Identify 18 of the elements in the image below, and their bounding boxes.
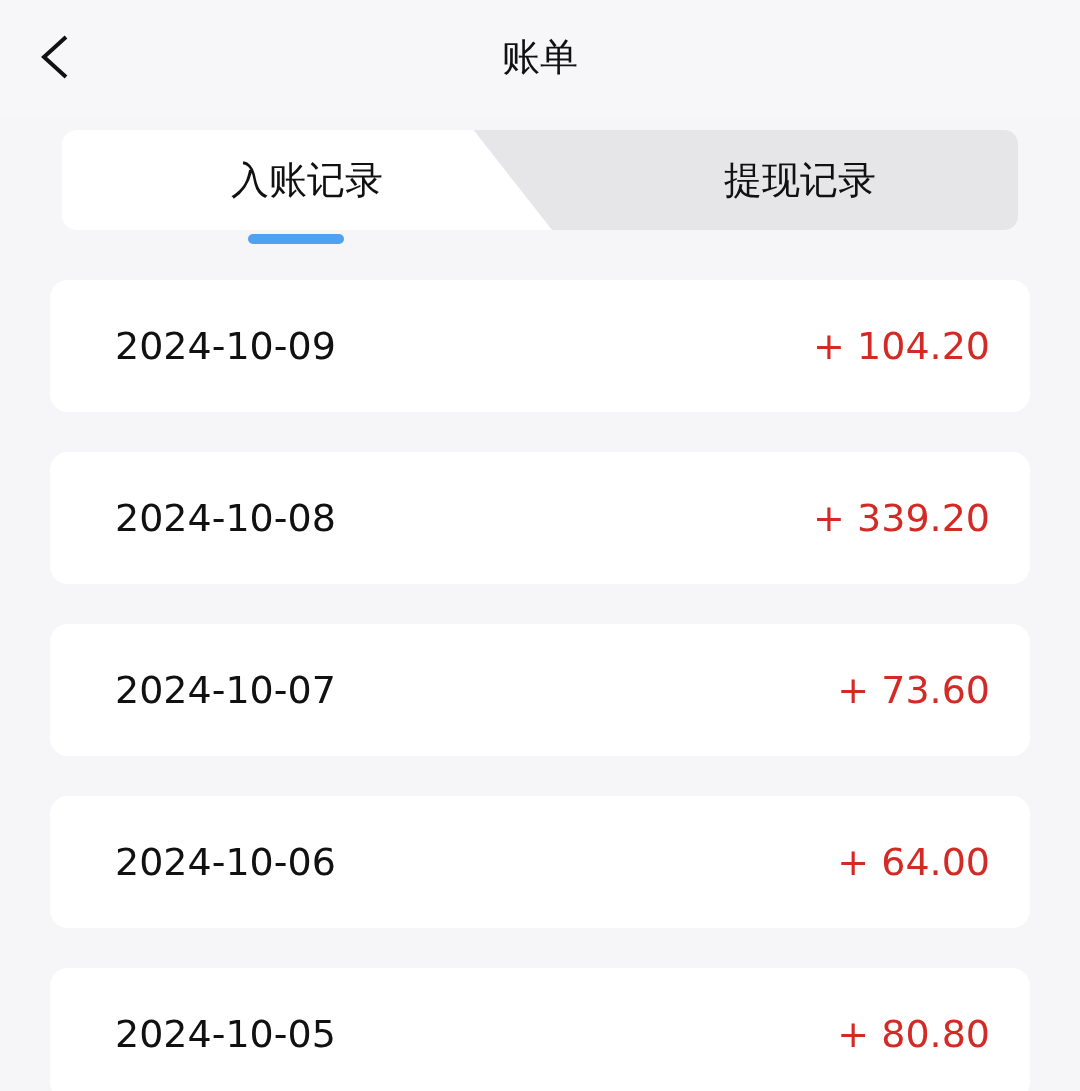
record-date: 2024-10-06 (115, 838, 336, 886)
record-amount: + 339.20 (813, 494, 990, 542)
record-date: 2024-10-08 (115, 494, 336, 542)
record-date: 2024-10-09 (115, 322, 336, 370)
record-amount: + 104.20 (813, 322, 990, 370)
record-amount: + 64.00 (837, 838, 990, 886)
record-date: 2024-10-07 (115, 666, 336, 714)
record-amount: + 80.80 (837, 1010, 990, 1058)
record-date: 2024-10-05 (115, 1010, 336, 1058)
tab[interactable]: 入账记录 (62, 130, 552, 230)
tab[interactable]: 提现记录 (552, 130, 1018, 230)
record-card[interactable]: 2024-10-07 + 73.60 (50, 624, 1030, 756)
record-amount: + 73.60 (837, 666, 990, 714)
record-card[interactable]: 2024-10-06 + 64.00 (50, 796, 1030, 928)
record-card[interactable]: 2024-10-09 + 104.20 (50, 280, 1030, 412)
page-title: 账单 (502, 34, 578, 81)
record-card[interactable]: 2024-10-08 + 339.20 (50, 452, 1030, 584)
record-card[interactable]: 2024-10-05 + 80.80 (50, 968, 1030, 1091)
